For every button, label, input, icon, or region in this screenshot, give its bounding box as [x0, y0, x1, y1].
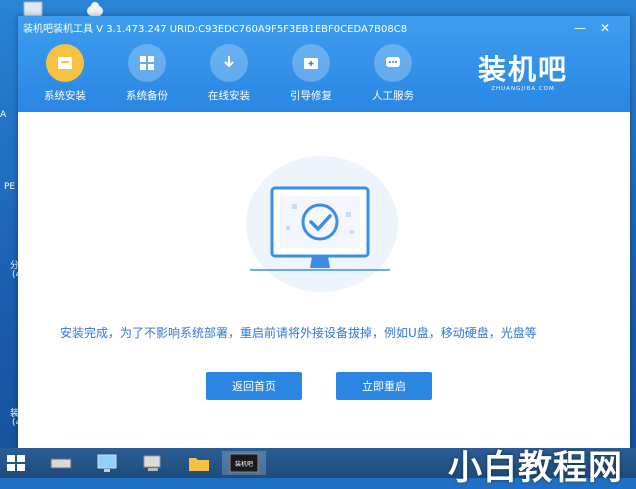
- nav-system-install[interactable]: 系统安装: [30, 44, 100, 103]
- nav-label: 人工服务: [372, 90, 414, 102]
- nav-boot-repair[interactable]: 引导修复: [276, 44, 346, 103]
- desktop-icon-label: A: [0, 110, 7, 120]
- boot-repair-icon: [292, 44, 330, 82]
- start-button[interactable]: [4, 451, 30, 475]
- install-complete-message: 安装完成，为了不影响系统部署，重启前请将外接设备拔掉，例如U盘，移动硬盘，光盘等: [60, 326, 537, 340]
- network-icon[interactable]: [140, 451, 166, 475]
- window-title: 装机吧装机工具 V 3.1.473.247 URID:C93EDC760A9F5…: [23, 24, 408, 35]
- nav-label: 引导修复: [290, 90, 332, 102]
- chat-service-icon: [374, 44, 412, 82]
- main-content: 安装完成，为了不影响系统部署，重启前请将外接设备拔掉，例如U盘，移动硬盘，光盘等…: [18, 112, 630, 448]
- nav-chat-service[interactable]: 人工服务: [358, 44, 428, 103]
- nav-label: 系统安装: [44, 90, 86, 102]
- online-install-icon: [210, 44, 248, 82]
- folder-icon[interactable]: [186, 451, 212, 475]
- back-home-button[interactable]: 返回首页: [206, 372, 302, 400]
- title-bar: 装机吧装机工具 V 3.1.473.247 URID:C93EDC760A9F5…: [18, 16, 630, 112]
- brand-name: 装机吧: [477, 53, 568, 86]
- nav-label: 在线安装: [208, 90, 250, 102]
- minimize-button[interactable]: —: [574, 22, 586, 34]
- drive-icon[interactable]: [48, 451, 74, 475]
- monitor-check-icon: [250, 186, 390, 271]
- taskbar-app-label: 装机吧: [234, 461, 253, 468]
- computer-icon[interactable]: [94, 451, 120, 475]
- nav-label: 系统备份: [126, 90, 168, 102]
- taskbar-installer-app[interactable]: 装机吧: [222, 451, 266, 475]
- installer-window: 装机吧装机工具 V 3.1.473.247 URID:C93EDC760A9F5…: [18, 16, 630, 448]
- system-backup-icon: [128, 44, 166, 82]
- nav-online-install[interactable]: 在线安装: [194, 44, 264, 103]
- brand-logo: 装机吧 ZHUANGJIBA.COM: [468, 48, 578, 92]
- restart-now-button[interactable]: 立即重启: [336, 372, 432, 400]
- nav-system-backup[interactable]: 系统备份: [112, 44, 182, 103]
- watermark: 小白教程网: [448, 448, 623, 488]
- close-button[interactable]: ✕: [600, 22, 610, 34]
- system-install-icon: [46, 44, 84, 82]
